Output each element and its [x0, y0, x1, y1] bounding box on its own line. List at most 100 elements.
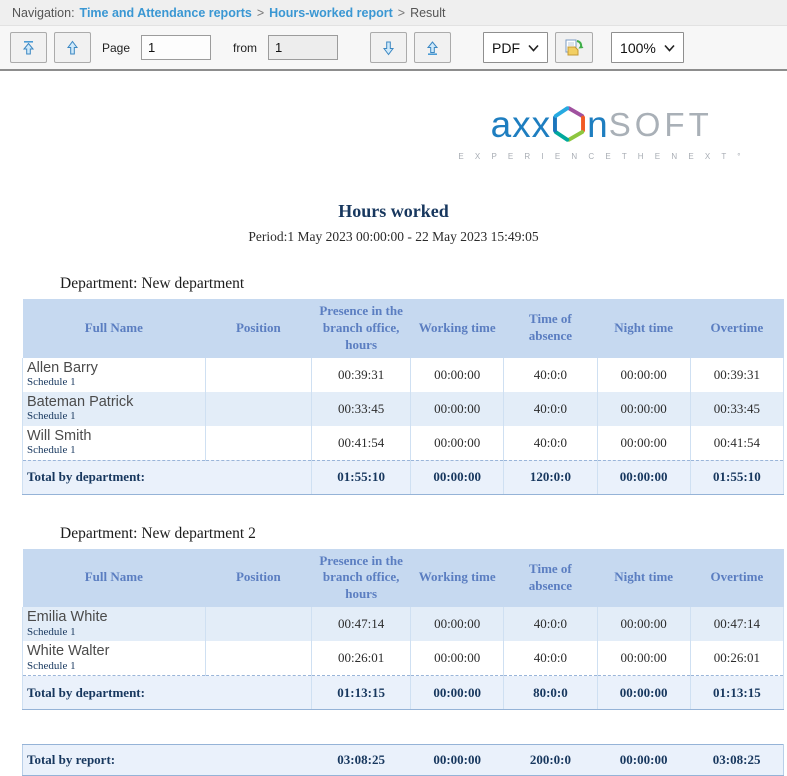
first-page-icon	[21, 40, 36, 56]
arrow-down-icon	[381, 40, 396, 56]
breadcrumb-link-hours-worked[interactable]: Hours-worked report	[269, 6, 393, 20]
position-cell	[205, 641, 312, 675]
employee-cell: Allen BarrySchedule 1	[23, 358, 206, 392]
value-cell: 00:41:54	[690, 426, 783, 460]
table-row: Will SmithSchedule 100:41:5400:00:0040:0…	[23, 426, 784, 460]
breadcrumb-current: Result	[410, 6, 445, 20]
report-title: Hours worked	[0, 201, 787, 222]
employee-cell: Will SmithSchedule 1	[23, 426, 206, 460]
value-cell: 00:33:45	[690, 392, 783, 426]
position-cell	[205, 392, 312, 426]
breadcrumb-link-time-attendance[interactable]: Time and Attendance reports	[80, 6, 252, 20]
department-label: Department: New department 2	[60, 525, 784, 543]
employee-name: Will Smith	[27, 428, 201, 445]
table-header-row: Full NamePositionPresence in the branch …	[23, 299, 784, 358]
logo-axx-text: axx	[491, 106, 552, 143]
value-cell: 40:0:0	[504, 358, 597, 392]
table-row: Emilia WhiteSchedule 100:47:1400:00:0040…	[23, 607, 784, 641]
breadcrumb-prefix: Navigation:	[12, 6, 75, 20]
report-sections: Department: New department Full NamePosit…	[22, 275, 784, 776]
column-header: Night time	[597, 549, 690, 608]
arrow-up-icon	[65, 40, 80, 56]
report-total-table: Total by report:03:08:2500:00:00200:0:00…	[22, 744, 784, 776]
department-total-value: 01:55:10	[690, 460, 783, 494]
department-total-value: 01:13:15	[690, 676, 783, 710]
department-total-value: 00:00:00	[597, 676, 690, 710]
value-cell: 00:47:14	[312, 607, 411, 641]
export-button[interactable]	[555, 32, 593, 63]
value-cell: 00:00:00	[411, 641, 504, 675]
employee-name: Allen Barry	[27, 360, 201, 377]
value-cell: 40:0:0	[504, 607, 597, 641]
department-total-value: 00:00:00	[411, 676, 504, 710]
column-header: Full Name	[23, 549, 206, 608]
logo-n-text: n	[587, 106, 609, 143]
column-header: Full Name	[23, 299, 206, 358]
logo-soft-text: SOFT	[609, 108, 713, 141]
value-cell: 00:00:00	[411, 426, 504, 460]
logo-tagline: E X P E R I E N C E T H E N E X T °	[458, 152, 745, 161]
value-cell: 00:26:01	[690, 641, 783, 675]
last-page-button[interactable]	[414, 32, 451, 63]
value-cell: 00:00:00	[597, 641, 690, 675]
column-header: Presence in the branch office, hours	[312, 299, 411, 358]
chevron-down-icon	[528, 44, 539, 52]
chevron-down-icon	[664, 44, 675, 52]
report-total-row: Total by report:03:08:2500:00:00200:0:00…	[23, 745, 784, 776]
breadcrumb-separator: >	[398, 6, 405, 20]
from-label: from	[233, 41, 257, 55]
column-header: Working time	[411, 299, 504, 358]
page-number-input[interactable]	[141, 35, 211, 60]
value-cell: 00:00:00	[411, 607, 504, 641]
report-total-label: Total by report:	[23, 745, 312, 776]
value-cell: 00:00:00	[597, 426, 690, 460]
column-header: Working time	[411, 549, 504, 608]
employee-schedule: Schedule 1	[27, 660, 201, 673]
breadcrumb: Navigation: Time and Attendance reports …	[0, 0, 787, 26]
position-cell	[205, 358, 312, 392]
value-cell: 40:0:0	[504, 426, 597, 460]
value-cell: 00:00:00	[411, 358, 504, 392]
column-header: Overtime	[690, 549, 783, 608]
column-header: Night time	[597, 299, 690, 358]
department-total-value: 00:00:00	[411, 460, 504, 494]
value-cell: 00:26:01	[312, 641, 411, 675]
export-format-select[interactable]: PDF	[483, 32, 548, 63]
employee-schedule: Schedule 1	[27, 376, 201, 389]
column-header: Time of absence	[504, 299, 597, 358]
position-cell	[205, 607, 312, 641]
first-page-button[interactable]	[10, 32, 47, 63]
value-cell: 40:0:0	[504, 392, 597, 426]
employee-schedule: Schedule 1	[27, 444, 201, 457]
zoom-select[interactable]: 100%	[611, 32, 684, 63]
page-label: Page	[102, 41, 130, 55]
last-page-icon	[425, 40, 440, 56]
department-total-row: Total by department:01:55:1000:00:00120:…	[23, 460, 784, 494]
department-total-value: 01:55:10	[312, 460, 411, 494]
breadcrumb-separator: >	[257, 6, 264, 20]
value-cell: 00:00:00	[411, 392, 504, 426]
department-total-value: 00:00:00	[597, 460, 690, 494]
export-format-value: PDF	[492, 40, 520, 56]
next-page-button[interactable]	[370, 32, 407, 63]
department-total-value: 120:0:0	[504, 460, 597, 494]
department-total-value: 80:0:0	[504, 676, 597, 710]
total-pages-input[interactable]	[268, 35, 338, 60]
value-cell: 00:00:00	[597, 392, 690, 426]
employee-schedule: Schedule 1	[27, 626, 201, 639]
value-cell: 00:39:31	[690, 358, 783, 392]
table-row: Bateman PatrickSchedule 100:33:4500:00:0…	[23, 392, 784, 426]
column-header: Time of absence	[504, 549, 597, 608]
table-row: White WalterSchedule 100:26:0100:00:0040…	[23, 641, 784, 675]
report-total-value: 03:08:25	[312, 745, 411, 776]
value-cell: 00:00:00	[597, 358, 690, 392]
position-cell	[205, 426, 312, 460]
column-header: Overtime	[690, 299, 783, 358]
table-header-row: Full NamePositionPresence in the branch …	[23, 549, 784, 608]
value-cell: 00:41:54	[312, 426, 411, 460]
report-total-value: 03:08:25	[690, 745, 783, 776]
department-total-value: 01:13:15	[312, 676, 411, 710]
employee-name: Bateman Patrick	[27, 394, 201, 411]
department-label: Department: New department	[60, 275, 784, 293]
previous-page-button[interactable]	[54, 32, 91, 63]
